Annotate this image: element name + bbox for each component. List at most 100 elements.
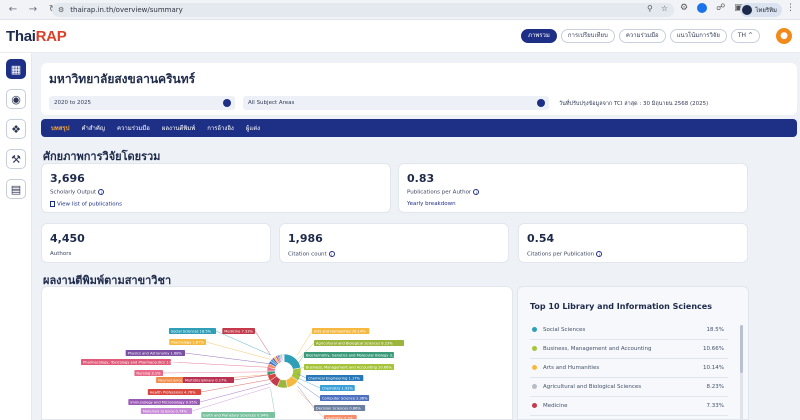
- pubs-per-author-value: 0.83: [407, 172, 435, 185]
- subject-donut-chart-panel: Social Sciences 18.5% Psychology 1.67% Phy…: [41, 286, 513, 420]
- donut-label: Psychology 1.67%: [171, 341, 204, 345]
- info-icon[interactable]: i: [473, 189, 480, 195]
- tab-item[interactable]: ความร่วมมือ: [117, 123, 150, 133]
- pubs-per-author-label: Publications per Author i: [407, 189, 480, 196]
- legend-dot: [532, 365, 537, 370]
- info-icon[interactable]: i: [98, 189, 105, 195]
- top10-list: Social Sciences 18.5% Business, Management…: [530, 321, 728, 416]
- top10-subject-name: Social Sciences: [543, 327, 586, 333]
- citation-count-label: Citation count i: [288, 251, 335, 258]
- donut-callout-line: [191, 386, 271, 412]
- left-rail: ▦ ◉ ❖ ⚒ ▤: [0, 53, 32, 420]
- year-dropdown-icon: [223, 99, 231, 107]
- overview-icon[interactable]: ▦: [6, 59, 26, 79]
- user-avatar[interactable]: ●: [776, 28, 792, 44]
- scholarly-output-value: 3,696: [50, 172, 85, 185]
- subject-dropdown-icon: [537, 99, 545, 107]
- pubs-per-author-card: 0.83 Publications per Author i Yearly bre…: [398, 163, 748, 213]
- donut-label: Physics and Astronomy 1.68%: [128, 352, 183, 356]
- extension-icon[interactable]: ⚙: [680, 3, 688, 13]
- donut-label: Agricultural and Biological Sciences 8.2…: [316, 342, 393, 346]
- section-tabs: บทสรุป คำสำคัญ ความร่วมมือ ผลงานตีพิมพ์ การอ…: [41, 119, 797, 137]
- top10-row[interactable]: Medicine 7.33%: [530, 397, 728, 416]
- top10-subject-name: Agricultural and Biological Sciences: [543, 384, 642, 390]
- donut-slice-0[interactable]: [283, 353, 301, 370]
- tab-item[interactable]: คำสำคัญ: [81, 123, 105, 133]
- top10-row[interactable]: Arts and Humanities 10.14%: [530, 359, 728, 378]
- donut-callout-line: [297, 389, 325, 419]
- tab-item[interactable]: การอ้างอิง: [207, 123, 234, 133]
- donut-callout-line: [297, 330, 313, 356]
- address-bar[interactable]: ⚙ thairap.in.th/overview/summary ⚲ ☆: [52, 3, 674, 17]
- scholarly-output-card: 3,696 Scholarly Output i View list of pub…: [41, 163, 391, 213]
- donut-callout-line: [199, 383, 271, 403]
- forward-icon[interactable]: →: [26, 3, 40, 17]
- donut-label: Social Sciences 18.5%: [171, 330, 212, 334]
- url-text: thairap.in.th/overview/summary: [70, 6, 183, 14]
- link-icon[interactable]: ☍: [716, 3, 725, 13]
- donut-callout-line: [233, 374, 271, 381]
- citations-per-pub-card: 0.54 Citations per Publication i: [518, 223, 748, 263]
- site-info-icon[interactable]: ⚙: [58, 6, 64, 14]
- header-nav-item[interactable]: แนวโน้มการวิจัย: [669, 29, 727, 43]
- top10-scroll-thumb[interactable]: [740, 325, 743, 373]
- year-range-select[interactable]: 2020 to 2025: [49, 96, 235, 110]
- data-update-note: วันที่ปรับปรุงข้อมูลจาก TCI ล่าสุด : 30 …: [559, 101, 709, 107]
- top10-subject-name: Business, Management and Accounting: [543, 346, 652, 352]
- subject-area-select[interactable]: All Subject Areas: [243, 96, 549, 110]
- donut-callout-line: [297, 381, 321, 399]
- thairap-logo[interactable]: ThaiRAP: [6, 28, 67, 45]
- university-title: มหาวิทยาลัยสงขลานครินทร์: [49, 72, 196, 86]
- globe-icon[interactable]: ◉: [6, 89, 26, 109]
- info-icon[interactable]: i: [596, 251, 603, 257]
- tab-item[interactable]: ผลงานตีพิมพ์: [162, 123, 195, 133]
- header-nav-item[interactable]: ภาพรวม: [521, 29, 557, 43]
- legend-dot: [532, 327, 537, 332]
- top10-subject-pct: 7.33%: [706, 403, 724, 409]
- donut-callout-line: [270, 388, 276, 416]
- app-header: ThaiRAP ภาพรวม การเปรียบเทียบ ความร่วมมือแ…: [0, 20, 800, 53]
- donut-label: Materials Science 0.74%: [143, 410, 188, 414]
- donut-label: Pharmacology, Toxicology and Pharmaceuti…: [83, 361, 178, 365]
- tab-item[interactable]: บทสรุป: [51, 123, 69, 133]
- header-nav-item[interactable]: TH ^: [730, 29, 760, 43]
- tab-item[interactable]: ผู้แต่ง: [246, 123, 260, 133]
- top10-scrollbar[interactable]: [740, 325, 743, 419]
- extension-badge-icon[interactable]: [697, 3, 708, 13]
- citation-count-value: 1,986: [288, 232, 323, 245]
- donut-label: Chemical Engineering 1.17%: [308, 377, 361, 381]
- bookmark-star-icon[interactable]: ☆: [661, 4, 668, 13]
- tools-icon[interactable]: ⚒: [6, 149, 26, 169]
- donut-label: Arts and Humanities 10.14%: [314, 330, 366, 334]
- back-icon[interactable]: ←: [6, 3, 20, 17]
- network-icon[interactable]: ❖: [6, 119, 26, 139]
- donut-label: Chemistry 1.92%: [322, 387, 354, 391]
- yearly-breakdown-link[interactable]: Yearly breakdown: [407, 201, 456, 207]
- view-publications-link[interactable]: View list of publications: [50, 201, 122, 208]
- donut-callout-line: [162, 371, 271, 374]
- browser-menu-icon[interactable]: ⋮: [786, 3, 795, 13]
- scholarly-output-label: Scholarly Output i: [50, 189, 105, 196]
- top10-row[interactable]: Social Sciences 18.5%: [530, 321, 728, 340]
- citation-count-card: 1,986 Citation count i: [279, 223, 509, 263]
- report-icon[interactable]: ▤: [6, 179, 26, 199]
- header-nav: ภาพรวม การเปรียบเทียบ ความร่วมมือ แนวโน้มกา…: [521, 29, 760, 43]
- header-nav-item[interactable]: การเปรียบเทียบ: [560, 29, 615, 43]
- authors-label: Authors: [50, 251, 72, 257]
- legend-dot: [532, 403, 537, 408]
- top10-subject-pct: 10.66%: [703, 346, 724, 352]
- top10-row[interactable]: Agricultural and Biological Sciences 8.23…: [530, 378, 728, 397]
- header-nav-item[interactable]: ความร่วมมือ: [618, 29, 666, 43]
- document-icon: [50, 201, 55, 207]
- browser-toolbar: ← → ↻ ⚙ thairap.in.th/overview/summary ⚲…: [0, 0, 800, 20]
- info-icon[interactable]: i: [328, 251, 335, 257]
- donut-label: Health Professions 4.76%: [150, 391, 196, 395]
- main-content: มหาวิทยาลัยสงขลานครินทร์ 2020 to 2025 Al…: [32, 53, 800, 420]
- top10-title: Top 10 Library and Information Sciences: [530, 302, 712, 311]
- top10-subject-name: Medicine: [543, 403, 568, 409]
- profile-button[interactable]: ไทยริทิม: [740, 3, 782, 17]
- top10-subject-pct: 8.23%: [706, 384, 724, 390]
- zoom-icon[interactable]: ⚲: [647, 4, 653, 13]
- profile-name: ไทยริทิม: [755, 7, 777, 14]
- top10-row[interactable]: Business, Management and Accounting 10.66…: [530, 340, 728, 359]
